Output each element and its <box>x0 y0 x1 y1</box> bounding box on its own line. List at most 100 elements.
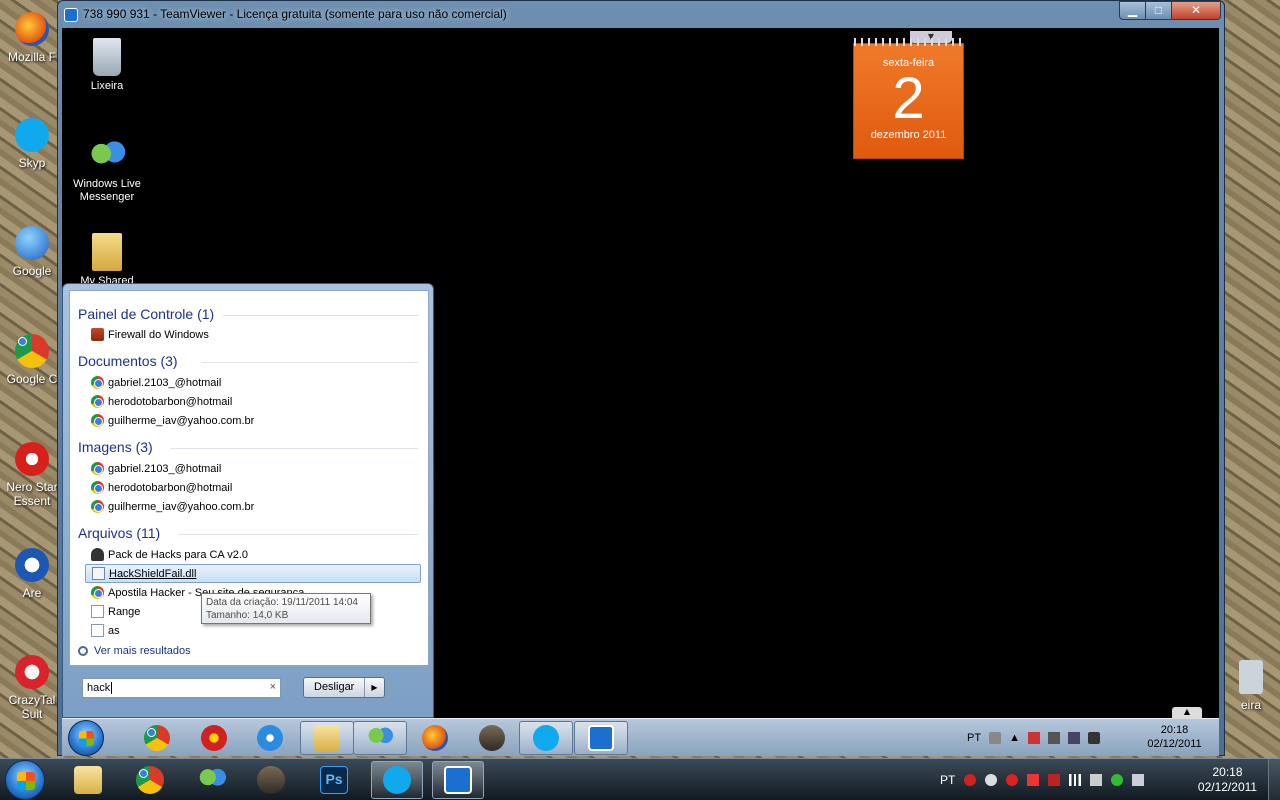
calendar-gadget[interactable]: sexta-feira 2 dezembro 2011 <box>853 38 964 159</box>
taskbar-button[interactable] <box>519 721 573 755</box>
skype-icon <box>383 766 411 794</box>
calendar-day: 2 <box>892 66 925 131</box>
local-desktop-icon[interactable]: CrazyTal Suit <box>2 655 62 721</box>
stop-icon[interactable] <box>1006 774 1019 786</box>
network-icon[interactable] <box>1067 732 1080 744</box>
volume-muted-icon[interactable] <box>1048 774 1061 786</box>
tray-app-icon[interactable] <box>985 774 998 786</box>
result-item-label: gabriel.2103_@hotmail <box>108 376 222 389</box>
search-value: hack <box>87 682 111 694</box>
results-group-heading[interactable]: Imagens (3) <box>78 439 153 455</box>
local-desktop-icon[interactable]: Google C <box>2 334 62 386</box>
remote-start-button[interactable] <box>68 720 104 756</box>
result-item[interactable]: guilherme_iav@yahoo.com.br <box>85 497 421 516</box>
result-item-label: gabriel.2103_@hotmail <box>108 462 222 475</box>
result-item-label: Range <box>108 605 141 618</box>
window-title: 738 990 931 - TeamViewer - Licença gratu… <box>83 7 507 21</box>
taskbar-button[interactable] <box>408 721 462 755</box>
action-center-icon[interactable] <box>1027 732 1040 744</box>
language-indicator[interactable]: PT <box>940 773 955 787</box>
game-icon <box>479 725 505 751</box>
taskbar-button[interactable] <box>62 761 114 799</box>
chrome-icon <box>136 766 164 794</box>
more-results-link[interactable]: Ver mais resultados <box>78 645 191 657</box>
taskbar-button[interactable] <box>574 721 628 755</box>
messenger-icon <box>198 766 226 794</box>
taskbar-button[interactable] <box>245 761 297 799</box>
file-icon <box>91 624 104 637</box>
result-item[interactable]: gabriel.2103_@hotmail <box>85 459 421 478</box>
search-input[interactable]: hack × <box>82 678 281 698</box>
remote-clock[interactable]: 20:18 02/12/2011 <box>1137 723 1212 751</box>
result-item[interactable]: herodotobarbon@hotmail <box>85 392 421 411</box>
clear-search-icon[interactable]: × <box>270 681 276 693</box>
shutdown-button[interactable]: Desligar ▶ <box>303 677 385 698</box>
result-item[interactable]: herodotobarbon@hotmail <box>85 478 421 497</box>
taskbar-button[interactable] <box>124 761 176 799</box>
action-center-icon[interactable] <box>1027 774 1040 786</box>
taskbar-button[interactable]: Ps <box>308 761 360 799</box>
remote-icon-messenger[interactable]: Windows Live Messenger <box>67 140 147 204</box>
messenger-icon <box>367 725 393 751</box>
minimize-button[interactable]: ▁ <box>1119 1 1146 20</box>
results-group-heading[interactable]: Documentos (3) <box>78 353 178 369</box>
show-hidden-icons[interactable]: ▲ <box>1009 732 1020 744</box>
result-item-label: guilherme_iav@yahoo.com.br <box>108 500 255 513</box>
result-item[interactable]: Firewall do Windows <box>85 325 421 344</box>
taskbar-button[interactable] <box>187 721 241 755</box>
results-group-heading[interactable]: Painel de Controle (1) <box>78 306 214 322</box>
usb-icon[interactable] <box>1090 774 1103 786</box>
show-desktop-button[interactable] <box>1268 759 1280 800</box>
local-taskbar: Ps PT 20:18 02/12/2011 <box>0 758 1280 800</box>
keyboard-icon[interactable] <box>989 732 1002 744</box>
result-item[interactable]: Pack de Hacks para CA v2.0 <box>85 545 421 564</box>
result-item[interactable]: gabriel.2103_@hotmail <box>85 373 421 392</box>
local-desktop-icon[interactable]: Mozilla F <box>2 12 62 64</box>
tray-app-icon[interactable] <box>964 774 977 786</box>
local-desktop-icon[interactable]: Google <box>2 226 62 278</box>
signal-icon[interactable] <box>1069 774 1082 786</box>
calendar-rings <box>854 38 963 46</box>
remote-icon-recycle-bin[interactable]: Lixeira <box>67 38 147 93</box>
group-divider <box>178 534 418 535</box>
chrome-icon <box>91 586 104 599</box>
usb-icon[interactable] <box>1047 732 1060 744</box>
taskbar-button[interactable] <box>465 721 519 755</box>
taskbar-button[interactable] <box>243 721 297 755</box>
remote-taskbar: PT ▲ 20:18 02/12/2011 ▲ <box>62 707 1219 756</box>
group-divider <box>170 448 418 449</box>
result-item-label: Firewall do Windows <box>108 328 209 341</box>
shutdown-options-arrow[interactable]: ▶ <box>364 678 384 697</box>
local-desktop-icon[interactable]: Nero Star Essent <box>2 442 62 508</box>
start-button[interactable] <box>5 760 45 800</box>
local-desktop-icon[interactable]: Are <box>2 548 62 600</box>
taskbar-button[interactable] <box>353 721 407 755</box>
taskbar-button[interactable] <box>130 721 184 755</box>
maximize-button[interactable]: □ <box>1145 1 1172 20</box>
sync-icon[interactable] <box>1111 774 1124 786</box>
show-desktop-arrow[interactable]: ▲ <box>1172 707 1202 719</box>
taskbar-button[interactable] <box>186 761 238 799</box>
shutdown-label: Desligar <box>314 681 355 693</box>
windows-logo-icon <box>17 772 35 790</box>
chrome-icon <box>91 376 104 389</box>
taskbar-button[interactable] <box>300 721 354 755</box>
result-item[interactable]: guilherme_iav@yahoo.com.br <box>85 411 421 430</box>
remote-date: 02/12/2011 <box>1147 738 1202 750</box>
taskbar-button[interactable] <box>371 761 423 799</box>
tooltip-size: Tamanho: 14,0 KB <box>206 610 289 621</box>
result-item[interactable]: HackShieldFail.dll <box>85 564 421 583</box>
close-button[interactable]: ✕ <box>1171 1 1221 20</box>
local-desktop-icon-right[interactable]: eira <box>1222 660 1280 712</box>
recycle-bin-icon <box>93 38 121 76</box>
explorer-folder-icon <box>74 766 102 794</box>
network-icon[interactable] <box>1132 774 1145 786</box>
results-group-heading[interactable]: Arquivos (11) <box>78 525 160 541</box>
language-indicator[interactable]: PT <box>967 732 981 744</box>
local-desktop-icon[interactable]: Skyp <box>2 118 62 170</box>
volume-icon[interactable] <box>1087 732 1100 744</box>
user-icon <box>91 548 104 561</box>
local-clock[interactable]: 20:18 02/12/2011 <box>1190 765 1265 795</box>
taskbar-button[interactable] <box>432 761 484 799</box>
recycle-bin-icon <box>1239 660 1263 694</box>
